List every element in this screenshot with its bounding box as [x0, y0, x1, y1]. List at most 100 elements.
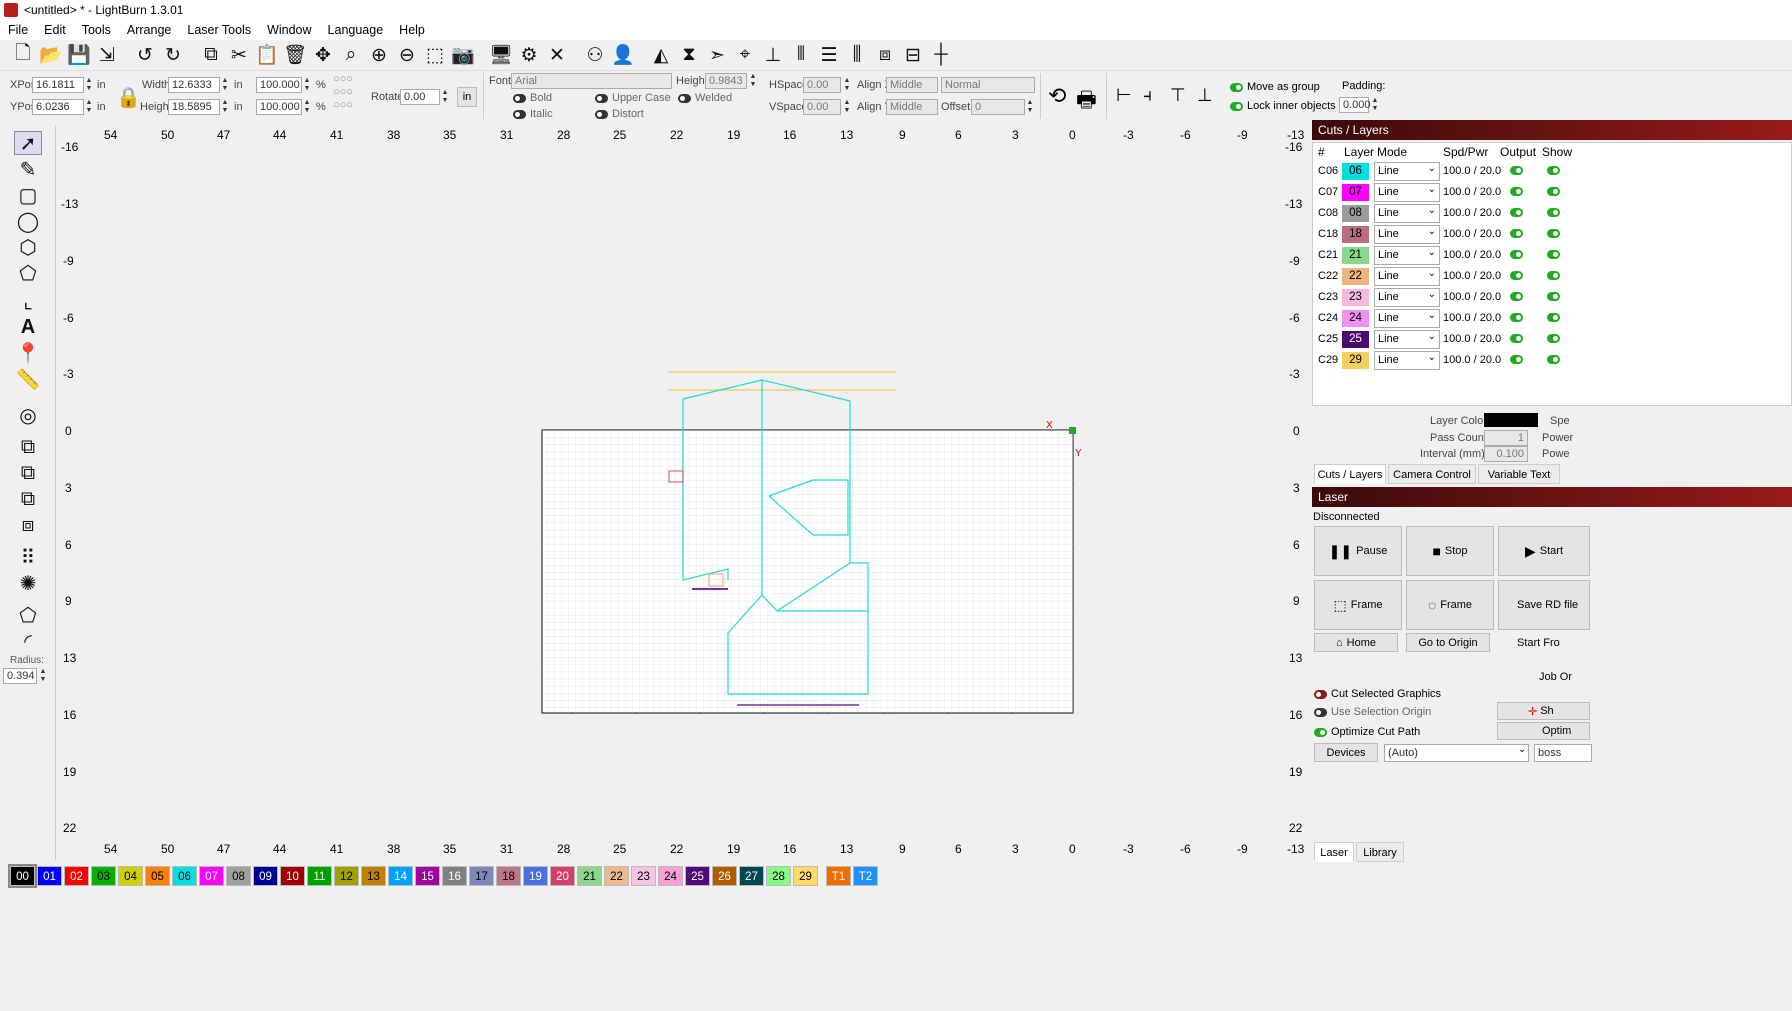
width-field[interactable]: 12.6333 — [168, 77, 220, 93]
open-folder-icon[interactable]: 📂 — [38, 42, 64, 68]
menu-language[interactable]: Language — [320, 23, 392, 37]
vspace-field[interactable]: 0.00 — [803, 99, 841, 115]
palette-color-17[interactable]: 17 — [469, 866, 494, 886]
distribute-icon[interactable]: ☰ — [816, 42, 842, 68]
palette-color-12[interactable]: 12 — [334, 866, 359, 886]
palette-color-16[interactable]: 16 — [442, 866, 467, 886]
show-toggle[interactable] — [1547, 166, 1560, 175]
mode-select[interactable]: Line — [1374, 223, 1440, 244]
tab-variable-text[interactable]: Variable Text — [1478, 464, 1560, 484]
send-icon[interactable]: ➣ — [704, 42, 730, 68]
xpos-field[interactable]: 16.1811 — [32, 77, 84, 93]
boolean-intersect-icon[interactable]: ⧈ — [14, 513, 42, 537]
group-icon[interactable]: ⚇ — [582, 42, 608, 68]
interval-field[interactable]: 0.100 — [1484, 446, 1528, 462]
palette-color-11[interactable]: 11 — [307, 866, 332, 886]
layer-swatch[interactable]: 24 — [1342, 310, 1369, 327]
pause-button[interactable]: ❚❚ Pause — [1314, 526, 1402, 576]
save-icon[interactable]: 💾 — [66, 42, 92, 68]
layer-swatch[interactable]: 23 — [1342, 289, 1369, 306]
align-y-select[interactable]: Middle — [886, 99, 938, 115]
show-toggle[interactable] — [1547, 334, 1560, 343]
show-toggle[interactable] — [1547, 292, 1560, 301]
text-style-select[interactable]: Normal — [941, 77, 1035, 93]
scale-width-field[interactable]: 100.000 — [256, 77, 302, 93]
palette-color-06[interactable]: 06 — [172, 866, 197, 886]
dock-icon[interactable]: ⊟ — [900, 42, 926, 68]
show-last-position-button[interactable]: ✛ Sh — [1497, 702, 1590, 720]
palette-color-09[interactable]: 09 — [253, 866, 278, 886]
ypos-field[interactable]: 6.0236 — [32, 99, 84, 115]
palette-color-23[interactable]: 23 — [631, 866, 656, 886]
palette-color-27[interactable]: 27 — [739, 866, 764, 886]
optimization-settings-button[interactable]: Optim — [1497, 722, 1590, 740]
menu-laser-tools[interactable]: Laser Tools — [179, 23, 259, 37]
layer-row[interactable]: C2525 Line100.0 / 20.0 — [1313, 328, 1792, 350]
layer-swatch[interactable]: 22 — [1342, 268, 1369, 285]
palette-color-00[interactable]: 00 — [8, 864, 37, 888]
copy-icon[interactable]: ⧉ — [198, 42, 224, 68]
settings-icon[interactable]: ⚙ — [516, 42, 542, 68]
palette-color-14[interactable]: 14 — [388, 866, 413, 886]
layer-swatch[interactable]: 08 — [1342, 205, 1369, 222]
select-icon[interactable]: ➚ — [14, 131, 42, 155]
palette-color-24[interactable]: 24 — [658, 866, 683, 886]
output-toggle[interactable] — [1510, 271, 1523, 280]
show-toggle[interactable] — [1547, 208, 1560, 217]
output-toggle[interactable] — [1510, 208, 1523, 217]
zoom-frame-icon[interactable]: ⌕ — [338, 42, 364, 68]
palette-color-04[interactable]: 04 — [118, 866, 143, 886]
tab-laser[interactable]: Laser — [1314, 842, 1354, 862]
palette-color-28[interactable]: 28 — [766, 866, 791, 886]
palette-color-19[interactable]: 19 — [523, 866, 548, 886]
output-toggle[interactable] — [1510, 355, 1523, 364]
import-icon[interactable]: ⇲ — [94, 42, 120, 68]
tools-icon[interactable]: ✕ — [544, 42, 570, 68]
align-center-icon[interactable]: ⫞ — [1143, 85, 1152, 106]
edit-nodes-icon[interactable]: ⬠ — [14, 261, 42, 285]
rectangle-icon[interactable]: ▢ — [14, 183, 42, 207]
palette-color-08[interactable]: 08 — [226, 866, 251, 886]
menu-edit[interactable]: Edit — [36, 23, 74, 37]
palette-color-29[interactable]: 29 — [793, 866, 818, 886]
flip-icon[interactable]: ⧈ — [872, 42, 898, 68]
tab-library[interactable]: Library — [1356, 842, 1404, 862]
palette-color-03[interactable]: 03 — [91, 866, 116, 886]
align-left-icon[interactable]: ⊢ — [1116, 85, 1132, 106]
mode-select[interactable]: Line — [1374, 202, 1440, 223]
height-field[interactable]: 18.5895 — [168, 99, 220, 115]
palette-color-07[interactable]: 07 — [199, 866, 224, 886]
fillet-icon[interactable]: ◜ — [14, 629, 42, 653]
paste-icon[interactable]: 📋 — [254, 42, 280, 68]
cut-selected-toggle[interactable]: Cut Selected Graphics — [1314, 688, 1441, 700]
scale-height-spinner[interactable]: ▲ ▼ — [302, 99, 312, 115]
show-toggle[interactable] — [1547, 229, 1560, 238]
redo-icon[interactable]: ↻ — [160, 42, 186, 68]
mode-select[interactable]: Line — [1374, 307, 1440, 328]
frame-circle-button[interactable]: ◌ Frame — [1406, 580, 1494, 630]
text-icon[interactable]: A — [14, 315, 42, 339]
layer-swatch[interactable]: 06 — [1342, 163, 1369, 180]
position-laser-icon[interactable]: ⌞ — [14, 289, 42, 313]
text-height-spinner[interactable]: ▲ ▼ — [748, 73, 758, 89]
palette-color-20[interactable]: 20 — [550, 866, 575, 886]
layer-row[interactable]: C0707 Line100.0 / 20.0 — [1313, 181, 1792, 203]
units-toggle-button[interactable]: in — [457, 87, 477, 107]
text-height-field[interactable]: 0.9843 — [705, 73, 747, 89]
palette-color-05[interactable]: 05 — [145, 866, 170, 886]
target-icon[interactable]: ⌖ — [732, 42, 758, 68]
cut-icon[interactable]: ✂ — [226, 42, 252, 68]
lock-icon[interactable]: 🔒 — [116, 85, 141, 110]
palette-color-T1[interactable]: T1 — [826, 866, 851, 886]
boolean-union-icon[interactable]: ⧉ — [14, 461, 42, 485]
output-toggle[interactable] — [1510, 187, 1523, 196]
offset-spinner[interactable]: ▲ ▼ — [1025, 99, 1035, 115]
palette-color-21[interactable]: 21 — [577, 866, 602, 886]
palette-color-T2[interactable]: T2 — [853, 866, 878, 886]
ungroup-icon[interactable]: 👤 — [610, 42, 636, 68]
device-select[interactable]: boss — [1534, 744, 1592, 762]
layer-row[interactable]: C0606 Line100.0 / 20.0 — [1313, 160, 1792, 182]
mode-select[interactable]: Line — [1374, 181, 1440, 202]
weld-icon[interactable]: ⧉ — [14, 435, 42, 459]
layer-swatch[interactable]: 25 — [1342, 331, 1369, 348]
